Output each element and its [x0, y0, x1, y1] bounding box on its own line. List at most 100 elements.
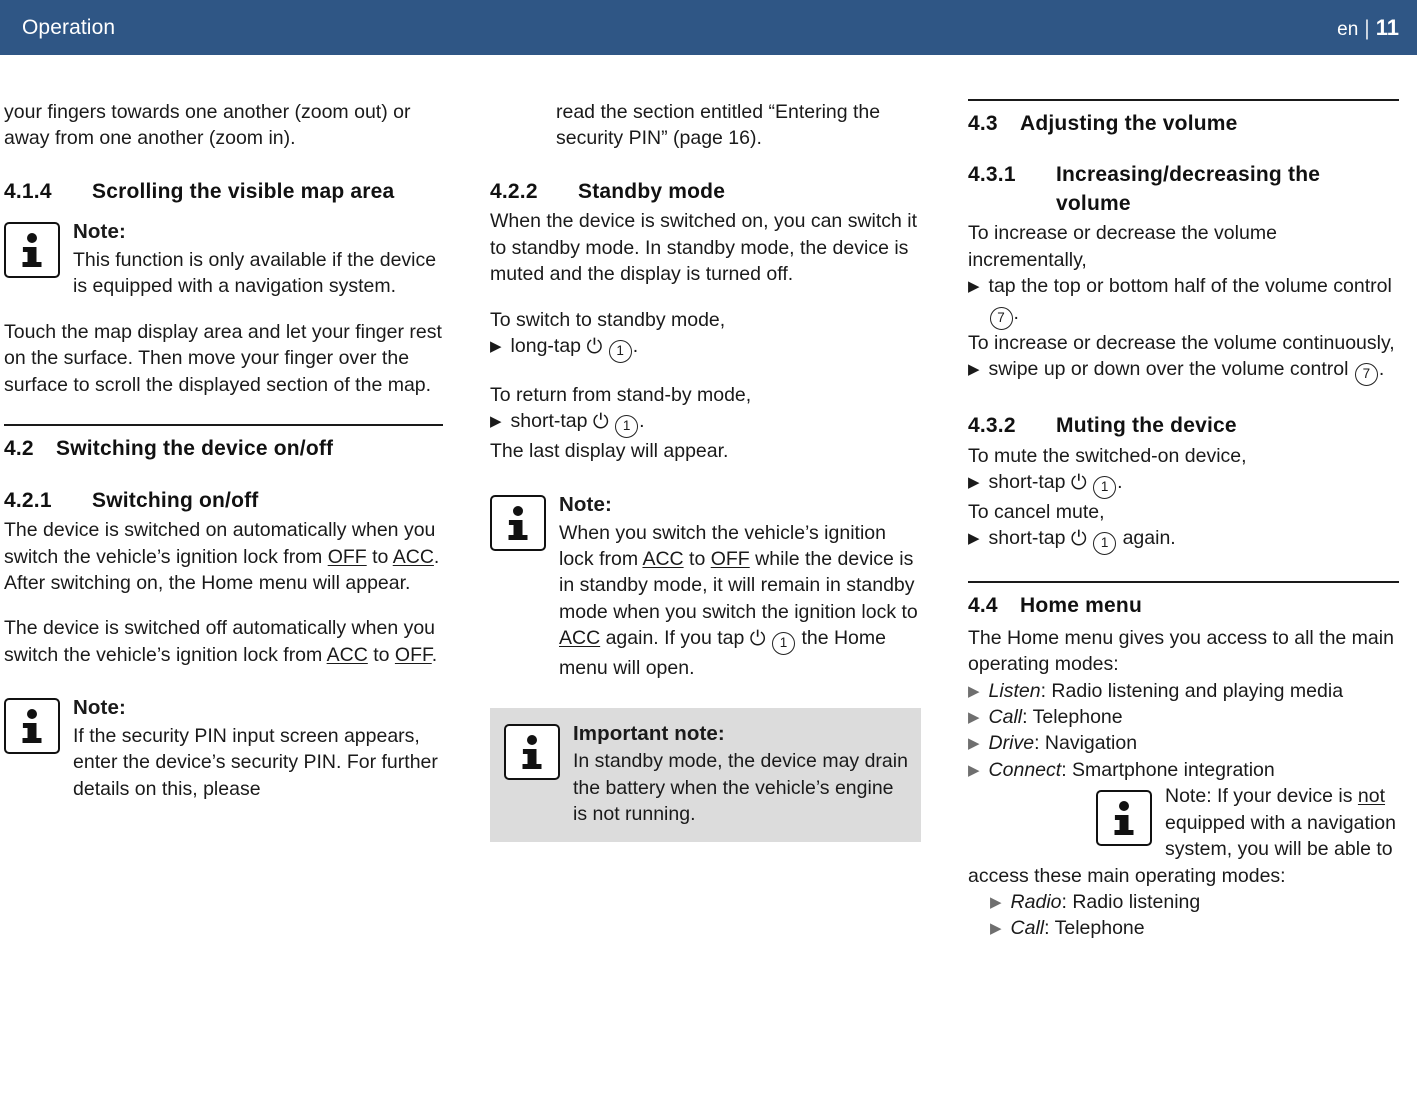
header-language-code: en [1337, 18, 1359, 40]
bullet-text: Drive: Navigation [989, 730, 1399, 756]
note-body: Note: If the security PIN input screen a… [73, 694, 443, 802]
info-icon [490, 494, 546, 551]
heading-4-3-1-title-line-1: Increasing/decreasing the [1056, 163, 1321, 187]
heading-4-2-2-number: 4.2.2 [490, 179, 538, 203]
switch-on-text-3: . [433, 545, 440, 568]
switch-on-text-2: to [366, 545, 393, 568]
tap-volume-line-2-prefix: control [1333, 275, 1392, 298]
triangle-bullet-icon: ▶ [968, 278, 980, 296]
mode-name: Call [1010, 917, 1045, 940]
bullet-text: Call: Telephone [1011, 915, 1399, 941]
note-text-2: to [683, 548, 711, 571]
ignition-acc-label-2: ACC [559, 627, 601, 650]
info-icon [4, 222, 60, 279]
not-emphasis: not [1357, 785, 1386, 808]
triangle-bullet-icon: ▶ [968, 361, 980, 379]
note-ignition-standby: Note: When you switch the vehicle’s igni… [490, 491, 921, 682]
heading-4-2-1: 4.2.1 Switching on/off [4, 487, 443, 515]
to-return-standby-label: To return from stand-by mode, [490, 383, 752, 406]
heading-4-4-title: Home menu [1020, 594, 1142, 618]
heading-4-1-4: 4.1.4 Scrolling the visible map area [4, 178, 443, 206]
switch-on-paragraph: The device is switched on automatically … [4, 517, 443, 570]
callout-number: 1 [615, 415, 639, 439]
power-icon: ⏻ [592, 411, 609, 434]
mode-desc: : Navigation [1034, 732, 1138, 755]
tap-volume-suffix: . [1013, 301, 1019, 324]
heading-4-2-number: 4.2 [4, 437, 34, 461]
column-1: your fingers towards one another (zoom o… [0, 99, 455, 1106]
heading-4-2-2: 4.2.2 Standby mode [490, 178, 921, 206]
switch-off-paragraph: The device is switched off automatically… [4, 615, 443, 668]
home-menu-paragraph: The Home menu gives you access to all th… [968, 626, 1394, 676]
power-icon: ⏻ [1070, 528, 1087, 551]
page-body: your fingers towards one another (zoom o… [0, 55, 1417, 1106]
bullet-text: long-tap ⏻ 1. [511, 333, 921, 363]
note-label: Note: [73, 220, 126, 244]
header-separator: | [1364, 16, 1370, 40]
mode-name: Connect [988, 758, 1062, 781]
triangle-bullet-icon: ▶ [968, 709, 980, 727]
mode-item-drive: ▶ Drive: Navigation [968, 730, 1399, 756]
callout-number: 1 [772, 632, 796, 656]
access-line: access these main operating modes: [968, 864, 1286, 887]
bullet-swipe-volume: ▶ swipe up or down over the volume contr… [968, 356, 1399, 387]
page-header: Operation en | 11 [0, 0, 1417, 55]
short-tap-action: short-tap [510, 410, 588, 433]
mode-desc: : Smartphone integration [1061, 758, 1275, 781]
important-note-standby-battery: Important note: In standby mode, the dev… [490, 707, 921, 842]
mode-name: Radio [1010, 891, 1062, 914]
power-icon: ⏻ [586, 335, 603, 358]
bullet-mute: ▶ short-tap ⏻ 1. [968, 469, 1399, 499]
ignition-acc-label: ACC [392, 545, 434, 568]
triangle-bullet-icon: ▶ [990, 920, 1002, 938]
note-body: Note: This function is only available if… [73, 218, 443, 300]
triangle-bullet-icon: ▶ [990, 894, 1002, 912]
power-icon: ⏻ [749, 628, 766, 651]
heading-4-2: 4.2 Switching the device on/off [4, 435, 443, 463]
note-text: If the security PIN input screen appears… [73, 724, 438, 800]
bullet-tap-volume: ▶ tap the top or bottom half of the volu… [968, 273, 1399, 330]
callout-number: 7 [1354, 363, 1378, 387]
ignition-off-label-2: OFF [394, 643, 432, 666]
mode-item-connect: ▶ Connect: Smartphone integration [968, 757, 1399, 783]
header-page-indicator: en | 11 [1337, 15, 1399, 41]
bullet-text: short-tap ⏻ 1. [510, 408, 921, 439]
long-tap-suffix: . [632, 334, 639, 357]
triangle-bullet-icon: ▶ [968, 473, 980, 491]
heading-4-3-number: 4.3 [968, 112, 998, 135]
heading-4-3-2: 4.3.2 Muting the device [968, 412, 1399, 440]
bullet-cancel-mute: ▶ short-tap ⏻ 1 again. [968, 525, 1399, 556]
bullet-text: tap the top or bottom half of the volume… [988, 273, 1399, 330]
tap-volume-line-1: tap the top or bottom half of the volume [988, 275, 1328, 298]
note-label: Note: [559, 492, 612, 516]
bullet-text: short-tap ⏻ 1 again. [989, 525, 1399, 556]
heading-4-2-title: Switching the device on/off [56, 437, 334, 461]
to-switch-standby-label: To switch to standby mode, [490, 308, 726, 331]
section-rule-4-4 [968, 581, 1399, 584]
mode-desc: : Telephone [1044, 917, 1145, 940]
info-icon [1096, 790, 1152, 847]
ignition-acc-label: ACC [642, 548, 684, 571]
note-text: This function is only available if the d… [73, 249, 437, 298]
swipe-volume-text: swipe up or down over the volume control [988, 358, 1349, 381]
intro-paragraph: your fingers towards one another (zoom o… [4, 101, 411, 150]
note-text-1: Note: If your device is [1165, 785, 1358, 808]
bullet-text: Radio: Radio listening [1011, 889, 1399, 915]
ignition-off-label: OFF [327, 545, 367, 568]
heading-4-1-4-number: 4.1.4 [4, 179, 52, 203]
mode-desc: : Radio listening [1061, 891, 1201, 914]
mute-suffix: . [1117, 470, 1123, 493]
mode-name: Drive [988, 732, 1035, 755]
mode-desc: : Telephone [1022, 706, 1123, 729]
ignition-acc-label-2: ACC [326, 643, 368, 666]
touch-paragraph: Touch the map display area and let your … [4, 320, 442, 396]
after-switch-on-paragraph: After switching on, the Home menu will a… [4, 571, 411, 594]
mode-item-call-2: ▶ Call: Telephone [968, 915, 1399, 941]
callout-number: 7 [989, 306, 1013, 330]
info-icon [504, 723, 560, 780]
heading-4-3-title: Adjusting the volume [1020, 112, 1238, 135]
standby-paragraph: When the device is switched on, you can … [490, 210, 918, 286]
mode-item-listen: ▶ Listen: Radio listening and playing me… [968, 678, 1399, 704]
mode-name: Call [988, 706, 1023, 729]
note-security-pin-continued: read the section entitled “Entering the … [556, 101, 881, 150]
